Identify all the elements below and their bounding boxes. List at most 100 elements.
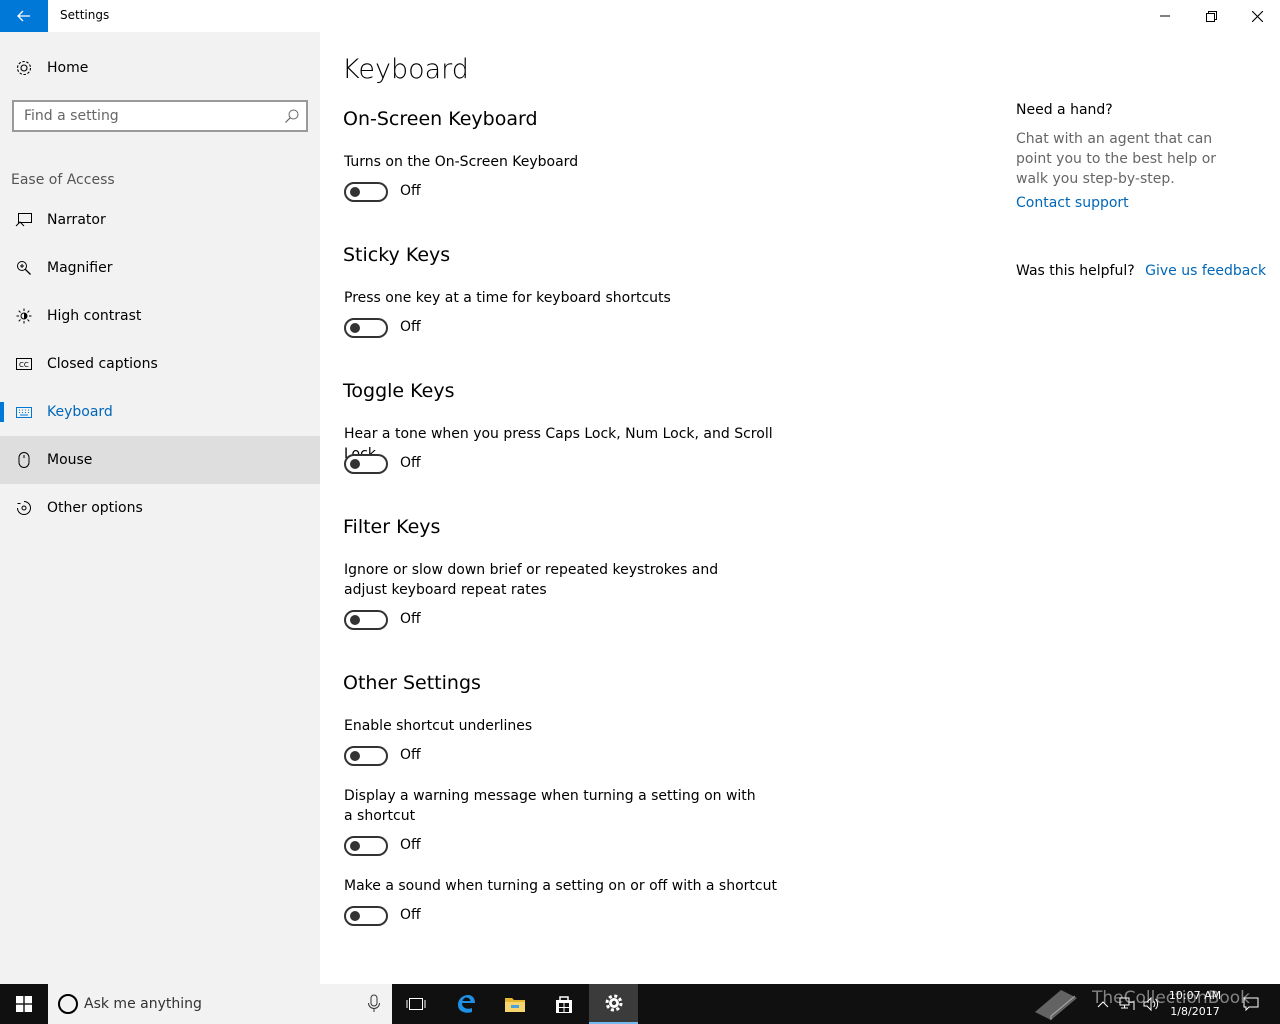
network-icon — [1119, 997, 1135, 1010]
toggle-knob — [350, 911, 360, 921]
sidebar-item-high-contrast[interactable]: High contrast — [0, 292, 320, 340]
toggle-state: Off — [400, 319, 421, 335]
gear-icon — [14, 58, 34, 78]
taskbar-clock[interactable]: 10:07 AM 1/8/2017 — [1164, 988, 1226, 1020]
gear-icon — [605, 994, 622, 1012]
toggle-knob — [350, 187, 360, 197]
notification-icon — [1243, 997, 1259, 1011]
toggle-state: Off — [400, 455, 421, 471]
sticky-keys-toggle[interactable] — [344, 318, 388, 338]
main-content: Keyboard On-Screen Keyboard Turns on the… — [320, 32, 1000, 984]
taskbar: TheCollectionBook 10:07 AM 1/8/2017 — [0, 984, 1280, 1024]
search-input[interactable] — [14, 102, 274, 130]
feedback-link[interactable]: Give us feedback — [1145, 263, 1266, 279]
setting-description: Ignore or slow down brief or repeated ke… — [344, 562, 719, 598]
sidebar-item-label: Closed captions — [47, 356, 158, 372]
search-box — [12, 100, 308, 132]
group-title-toggle-keys: Toggle Keys — [343, 380, 455, 402]
sidebar-item-magnifier[interactable]: Magnifier — [0, 244, 320, 292]
clock-date: 1/8/2017 — [1170, 1005, 1220, 1018]
volume-icon — [1143, 996, 1159, 1012]
section-label: Ease of Access — [11, 172, 115, 188]
back-button[interactable] — [0, 0, 48, 32]
toggle-knob — [350, 841, 360, 851]
sidebar-item-mouse[interactable]: Mouse — [0, 436, 320, 484]
sidebar-item-keyboard[interactable]: Keyboard — [0, 388, 320, 436]
start-button[interactable] — [0, 984, 48, 1024]
group-title-filter-keys: Filter Keys — [343, 516, 441, 538]
shortcut-underlines-toggle[interactable] — [344, 746, 388, 766]
setting-description: Turns on the On-Screen Keyboard — [344, 154, 579, 170]
file-explorer-button[interactable] — [491, 984, 539, 1024]
network-button[interactable] — [1116, 984, 1138, 1024]
sidebar-item-label: Narrator — [47, 212, 106, 228]
brightness-icon — [14, 306, 34, 326]
title-bar: Settings — [0, 0, 1280, 32]
sidebar-item-label: Mouse — [47, 452, 93, 468]
settings-window: Settings Home Ease of Access Narrat — [0, 0, 1280, 984]
keyboard-icon — [14, 402, 34, 422]
sidebar-item-label: Other options — [47, 500, 143, 516]
sidebar-item-label: Magnifier — [47, 260, 113, 276]
settings-app-button[interactable] — [589, 984, 638, 1024]
action-center-button[interactable] — [1236, 984, 1266, 1024]
clock-time: 10:07 AM — [1168, 989, 1222, 1002]
store-button[interactable] — [540, 984, 588, 1024]
task-view-icon — [406, 998, 426, 1010]
toggle-knob — [350, 459, 360, 469]
task-view-button[interactable] — [392, 984, 440, 1024]
microphone-icon[interactable] — [366, 994, 382, 1014]
cortana-search-box — [48, 984, 392, 1024]
search-icon[interactable] — [284, 108, 300, 124]
tray-overflow-button[interactable] — [1094, 984, 1112, 1024]
toggle-state: Off — [400, 907, 421, 923]
on-screen-keyboard-toggle[interactable] — [344, 182, 388, 202]
close-button[interactable] — [1234, 0, 1280, 32]
help-title: Need a hand? — [1016, 102, 1113, 118]
toggle-state: Off — [400, 747, 421, 763]
sidebar-item-label: Home — [47, 60, 89, 76]
sidebar: Home Ease of Access Narrator Magnifier H… — [0, 32, 320, 984]
book-icon — [1035, 990, 1077, 1020]
window-title: Settings — [60, 8, 110, 22]
toggle-state: Off — [400, 183, 421, 199]
watermark-book-logo — [1030, 984, 1082, 1024]
mouse-icon — [14, 450, 34, 470]
toggle-keys-toggle[interactable] — [344, 454, 388, 474]
filter-keys-toggle[interactable] — [344, 610, 388, 630]
narrator-icon — [14, 210, 34, 230]
shortcut-sound-toggle[interactable] — [344, 906, 388, 926]
volume-button[interactable] — [1140, 984, 1162, 1024]
magnifier-icon — [14, 258, 34, 278]
contact-support-link[interactable]: Contact support — [1016, 195, 1129, 211]
sidebar-item-home[interactable]: Home — [0, 48, 320, 88]
toggle-knob — [350, 751, 360, 761]
store-bag-icon — [556, 996, 572, 1013]
sidebar-item-closed-captions[interactable]: CC Closed captions — [0, 340, 320, 388]
help-body: Chat with an agent that can point you to… — [1016, 131, 1217, 187]
svg-text:CC: CC — [19, 361, 29, 369]
group-title-on-screen-keyboard: On-Screen Keyboard — [343, 108, 538, 130]
windows-logo-icon — [16, 996, 32, 1012]
minimize-icon — [1160, 15, 1170, 17]
back-arrow-icon — [17, 10, 30, 22]
cc-icon: CC — [14, 354, 34, 374]
feedback-row: Was this helpful? Give us feedback — [1016, 263, 1266, 279]
taskbar-search-input[interactable] — [84, 984, 354, 1024]
restore-button[interactable] — [1188, 0, 1234, 32]
setting-description: Enable shortcut underlines — [344, 718, 533, 734]
toggle-knob — [350, 615, 360, 625]
sidebar-item-narrator[interactable]: Narrator — [0, 196, 320, 244]
setting-description: Make a sound when turning a setting on o… — [344, 878, 777, 894]
cortana-icon — [58, 994, 78, 1014]
minimize-button[interactable] — [1142, 0, 1188, 32]
sidebar-item-label: High contrast — [47, 308, 142, 324]
edge-browser-button[interactable] — [442, 984, 490, 1024]
page-title: Keyboard — [342, 54, 469, 85]
folder-icon — [505, 998, 525, 1012]
sidebar-item-other-options[interactable]: Other options — [0, 484, 320, 532]
helpful-question: Was this helpful? — [1016, 263, 1135, 279]
toggle-knob — [350, 323, 360, 333]
shortcut-warning-toggle[interactable] — [344, 836, 388, 856]
setting-description: Press one key at a time for keyboard sho… — [344, 290, 671, 306]
